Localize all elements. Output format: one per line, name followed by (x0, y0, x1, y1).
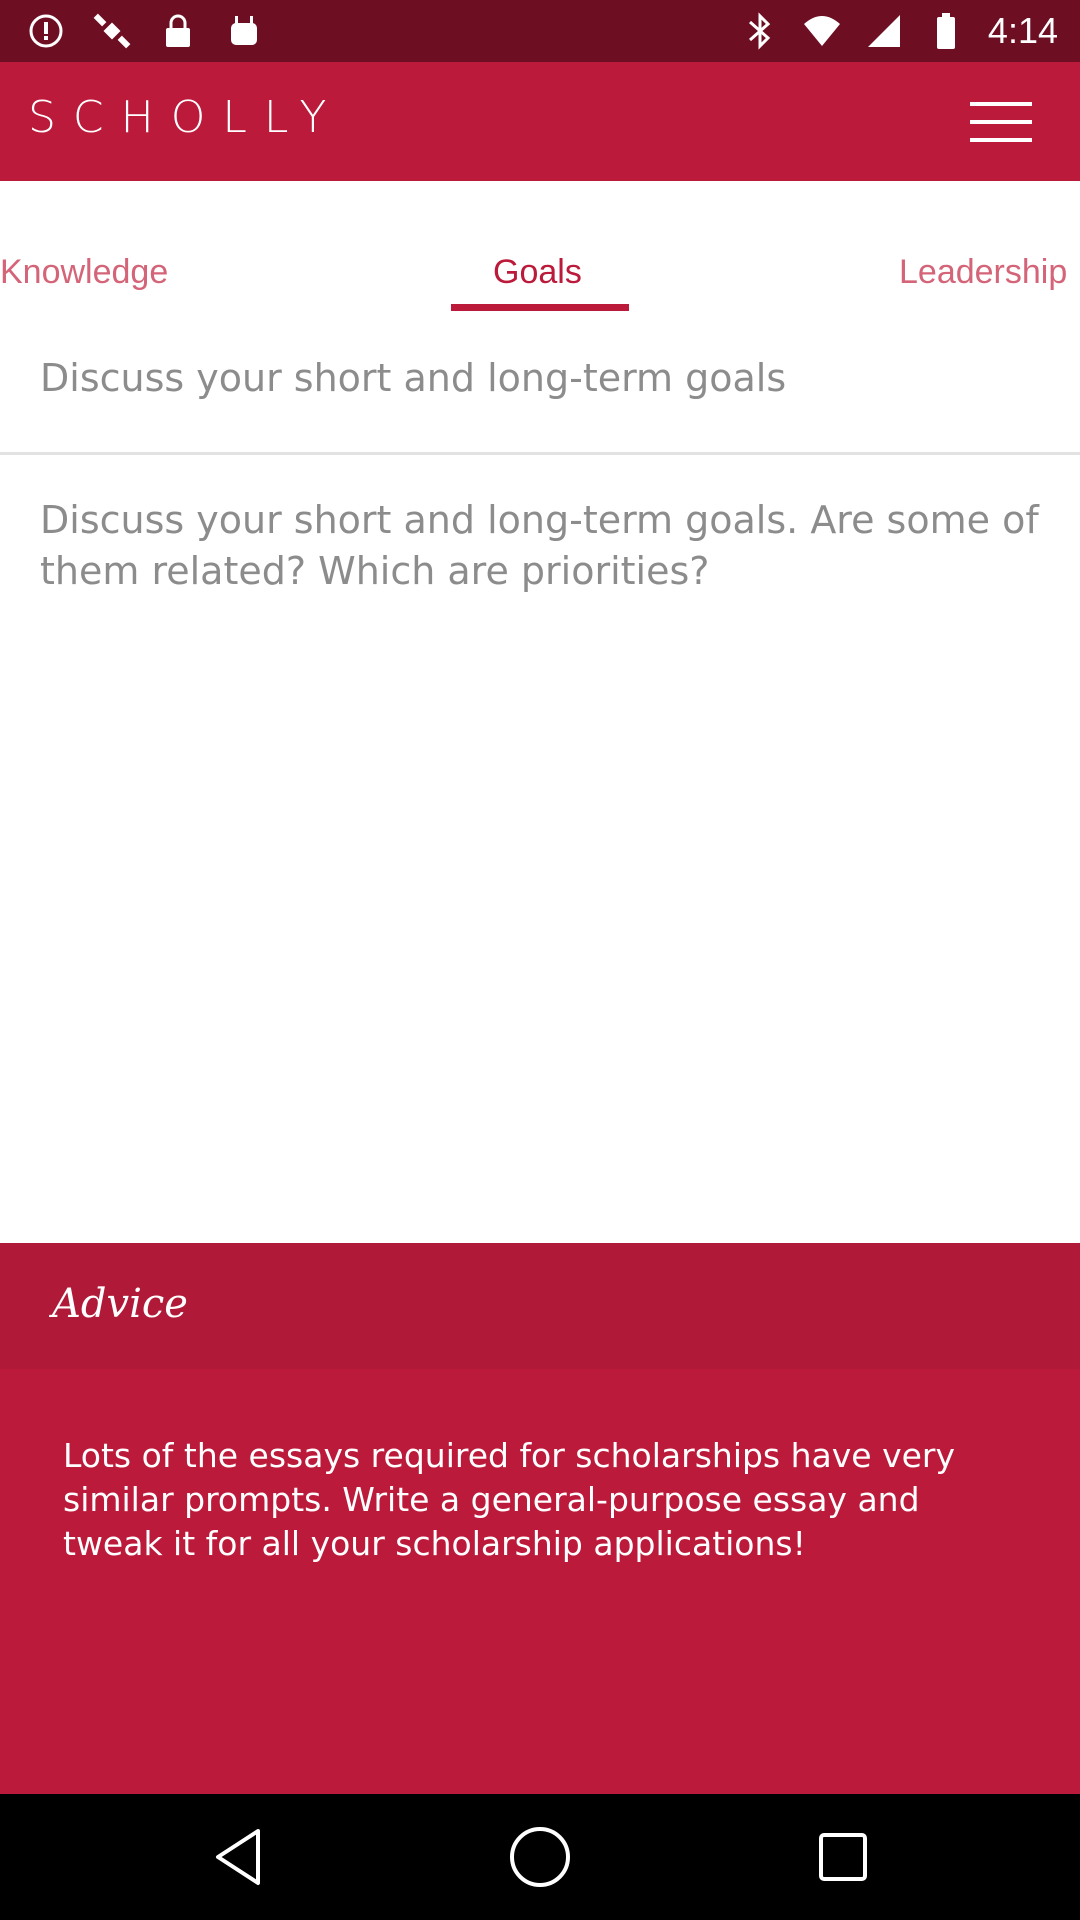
tab-bar: Knowledge Goals Leadership (0, 181, 1080, 314)
tab-leadership[interactable]: Leadership (899, 253, 1067, 292)
back-icon[interactable] (205, 1824, 271, 1890)
bluetooth-icon (740, 11, 780, 51)
lock-icon (158, 11, 198, 51)
app-bar: SCHOLLY (0, 62, 1080, 181)
advice-title: Advice (52, 1281, 188, 1327)
status-bar: 4:14 (0, 0, 1080, 62)
wifi-icon (802, 11, 842, 51)
satellite-icon (92, 11, 132, 51)
system-nav-bar (0, 1794, 1080, 1920)
status-time: 4:14 (987, 10, 1058, 51)
status-right-icons: 4:14 (740, 10, 1058, 52)
active-tab-indicator (451, 304, 629, 311)
advice-text: Lots of the essays required for scholars… (63, 1436, 955, 1563)
battery-icon (926, 11, 966, 51)
tab-goals[interactable]: Goals (493, 253, 582, 292)
android-icon (224, 11, 264, 51)
divider (0, 452, 1080, 455)
status-left-icons (26, 10, 264, 52)
prompt-body: Discuss your short and long-term goals. … (40, 498, 1039, 593)
tab-knowledge[interactable]: Knowledge (0, 253, 168, 292)
advice-panel: Lots of the essays required for scholars… (0, 1369, 1080, 1794)
hamburger-menu-icon[interactable] (970, 102, 1032, 144)
prompt-title: Discuss your short and long-term goals (40, 356, 787, 400)
signal-icon (864, 11, 904, 51)
home-icon[interactable] (507, 1824, 573, 1890)
alert-icon (26, 11, 66, 51)
advice-header: Advice (0, 1243, 1080, 1369)
recents-icon[interactable] (810, 1824, 876, 1890)
app-title: SCHOLLY (28, 92, 344, 143)
